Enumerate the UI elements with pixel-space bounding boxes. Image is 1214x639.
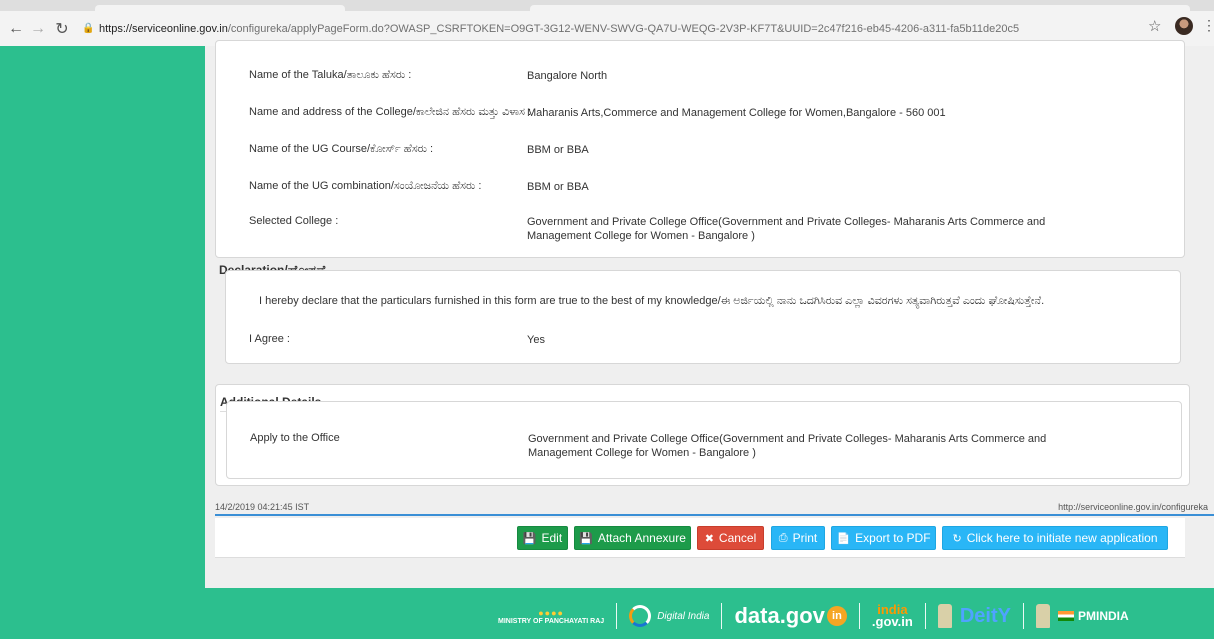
office-value: Government and Private College Office(Go… <box>528 433 1047 459</box>
data-gov-text: data.gov <box>734 603 825 628</box>
file-icon: 📄 <box>836 532 851 545</box>
office-label: Apply to the Office <box>250 432 340 444</box>
new-application-label: Click here to initiate new application <box>966 531 1158 545</box>
agree-label: I Agree : <box>249 333 290 345</box>
new-application-button[interactable]: ↻ Click here to initiate new application <box>942 526 1168 550</box>
mopr-logo[interactable]: ●●●● MINISTRY OF PANCHAYATI RAJ <box>498 608 604 625</box>
agree-value: Yes <box>527 334 545 346</box>
taluka-value: Bangalore North <box>527 70 608 82</box>
url-path: /configureka/applyPageForm.do?OWASP_CSRF… <box>227 22 1020 35</box>
tab-strip <box>0 0 1214 11</box>
selected-college-value: Government and Private College Office(Go… <box>527 216 1046 242</box>
save-icon: 💾 <box>579 532 593 545</box>
pmindia-logo[interactable]: PMINDIA <box>1035 604 1129 628</box>
refresh-icon: ↻ <box>952 532 962 545</box>
page-panel: Name of the Taluka/ತಾಲೂಕು ಹೆಸರು : Bangal… <box>205 40 1214 588</box>
save-icon: 💾 <box>522 532 537 545</box>
college-label: Name and address of the College/ಕಾಲೇಜಿನ … <box>249 106 532 118</box>
bookmark-star-icon[interactable]: ☆ <box>1148 17 1161 35</box>
course-value: BBM or BBA <box>527 144 589 156</box>
taluka-label: Name of the Taluka/ತಾಲೂಕು ಹೆಸರು : <box>249 69 412 81</box>
divider <box>924 603 926 629</box>
divider-line <box>215 514 1214 516</box>
divider <box>721 603 723 629</box>
print-button-label: Print <box>792 531 818 545</box>
edit-button[interactable]: 💾 Edit <box>517 526 568 550</box>
additional-details-fieldset: Apply to the Office Government and Priva… <box>226 401 1182 479</box>
profile-avatar[interactable] <box>1175 17 1193 35</box>
college-value: Maharanis Arts,Commerce and Management C… <box>527 107 946 119</box>
menu-dots-icon[interactable]: ⋮ <box>1202 17 1214 34</box>
combination-label: Name of the UG combination/ಸಂಯೋಜನೆಯ ಹೆಸರ… <box>249 180 482 192</box>
lock-icon: 🔒 <box>82 23 95 34</box>
india-gov-logo[interactable]: india .gov.in <box>871 603 913 629</box>
timestamp: 14/2/2019 04:21:45 IST <box>215 502 310 512</box>
footer-logos: ●●●● MINISTRY OF PANCHAYATI RAJ Digital … <box>498 597 1129 635</box>
course-label: Name of the UG Course/ಕೋರ್ಸ್ ಹೆಸರು : <box>249 143 434 155</box>
back-arrow-icon[interactable]: ← <box>6 17 26 41</box>
address-bar[interactable]: 🔒 https://serviceonline.gov.in/configure… <box>82 17 1162 41</box>
attach-annexure-label: Attach Annexure <box>597 531 686 545</box>
export-pdf-button[interactable]: 📄 Export to PDF <box>831 526 936 550</box>
reload-icon[interactable]: ↻ <box>52 17 72 41</box>
declaration-fieldset: I hereby declare that the particulars fu… <box>225 270 1181 364</box>
mopr-text: MINISTRY OF PANCHAYATI RAJ <box>498 617 605 625</box>
divider <box>616 603 618 629</box>
digital-india-logo[interactable]: Digital India <box>629 605 709 627</box>
data-gov-in-badge: in <box>826 606 847 626</box>
flag-icon <box>1057 611 1074 621</box>
cancel-icon: ✖ <box>704 532 714 545</box>
application-details-fieldset: Name of the Taluka/ತಾಲೂಕು ಹೆಸರು : Bangal… <box>215 40 1185 258</box>
combination-value: BBM or BBA <box>527 181 589 193</box>
print-icon: ⎙ <box>778 531 788 544</box>
footer: ●●●● MINISTRY OF PANCHAYATI RAJ Digital … <box>195 591 1214 639</box>
selected-college-label: Selected College : <box>249 215 339 227</box>
export-pdf-label: Export to PDF <box>855 531 931 545</box>
attach-annexure-button[interactable]: 💾 Attach Annexure <box>574 526 691 550</box>
action-bar: 💾 Edit 💾 Attach Annexure ✖ Cancel ⎙ Print 📄 E… <box>215 518 1185 558</box>
digital-india-text: Digital India <box>657 610 710 622</box>
divider <box>1022 603 1024 629</box>
data-gov-logo[interactable]: data.gov in <box>734 603 847 629</box>
declaration-text: I hereby declare that the particulars fu… <box>259 295 1045 307</box>
emblem-icon <box>1035 604 1050 628</box>
divider <box>858 603 860 629</box>
india-gov-bottom-text: .gov.in <box>871 614 913 629</box>
digital-india-icon <box>629 605 652 627</box>
deity-text: DeitY <box>959 604 1011 627</box>
cancel-button-label: Cancel <box>718 531 757 545</box>
edit-button-label: Edit <box>541 531 563 545</box>
url-host: https://serviceonline.gov.in <box>99 22 228 35</box>
forward-arrow-icon[interactable]: → <box>28 17 48 41</box>
print-button[interactable]: ⎙ Print <box>771 526 825 550</box>
additional-details-card: Additional Details Apply to the Office G… <box>215 384 1190 486</box>
emblem-icon <box>937 604 952 628</box>
deity-logo[interactable]: DeitY <box>937 604 1011 628</box>
pmindia-text: PMINDIA <box>1077 609 1129 623</box>
site-url: http://serviceonline.gov.in/configureka <box>1058 502 1208 512</box>
mopr-dots-icon: ●●●● <box>538 607 564 618</box>
cancel-button[interactable]: ✖ Cancel <box>697 526 764 550</box>
